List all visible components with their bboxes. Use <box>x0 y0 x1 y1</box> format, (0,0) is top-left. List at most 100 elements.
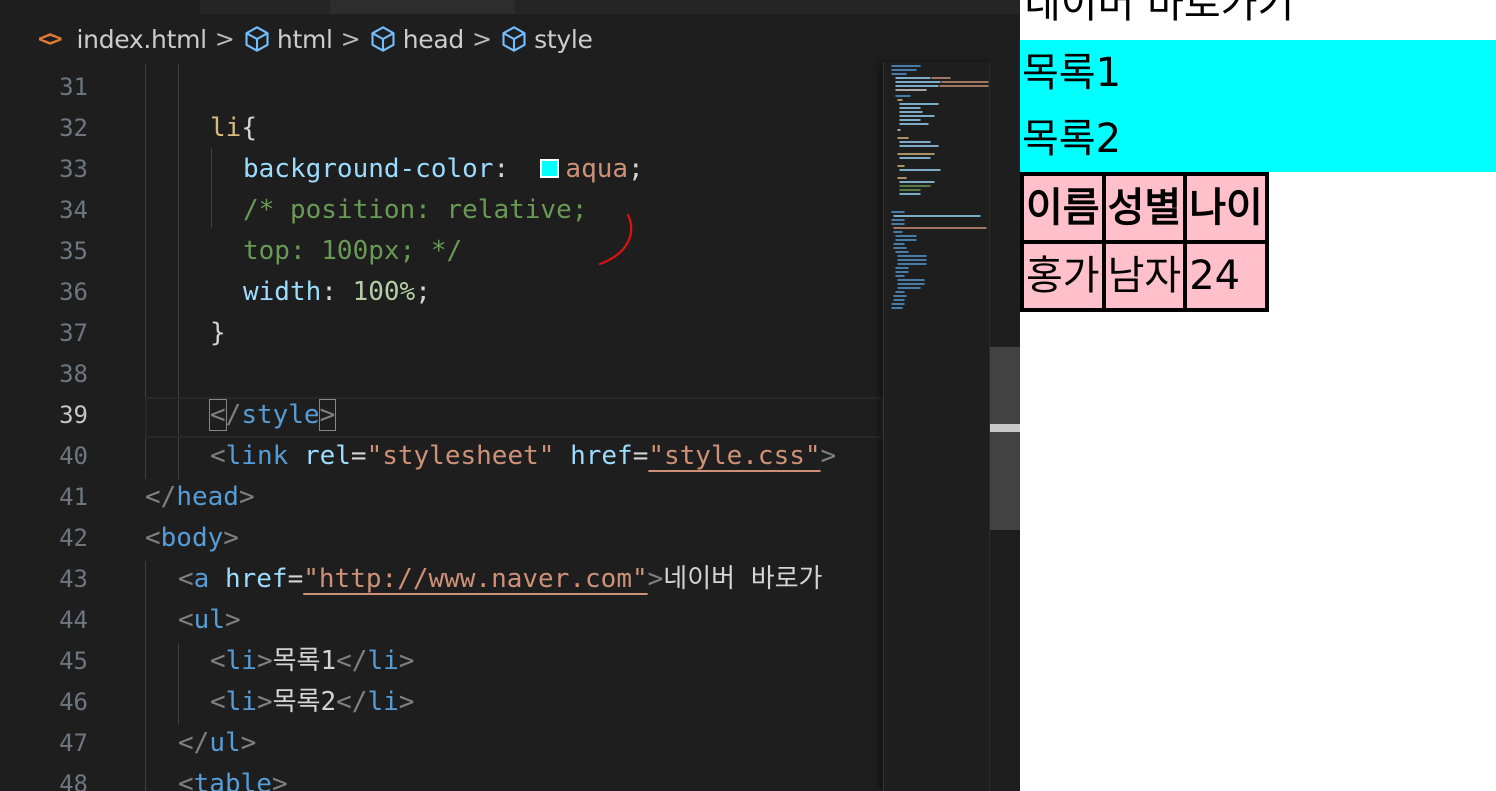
line-number: 47 <box>59 729 88 757</box>
cube-icon <box>371 26 395 52</box>
punctuation: > <box>398 646 415 676</box>
semicolon: ; <box>415 277 431 307</box>
code-line-current[interactable]: 39 </style> <box>0 395 883 436</box>
code-line[interactable]: 44 <ul> <box>0 600 883 641</box>
colon: : <box>321 277 353 307</box>
code-line[interactable]: 35 top: 100px; */ <box>0 231 883 272</box>
line-number: 39 <box>59 401 88 429</box>
line-number: 35 <box>59 237 88 265</box>
breadcrumb-item-head[interactable]: head <box>369 25 464 54</box>
code-line[interactable]: 38 <box>0 354 883 395</box>
line-number: 41 <box>59 483 88 511</box>
punctuation: > <box>238 482 255 512</box>
html-tag: style <box>241 400 320 430</box>
line-number: 36 <box>59 278 88 306</box>
editor-tab[interactable] <box>330 0 515 14</box>
code-line[interactable]: 40 <link rel="stylesheet" href="style.cs… <box>0 436 883 477</box>
code-line[interactable]: 41 </head> <box>0 477 883 518</box>
code-text: background-color: aqua; <box>243 149 644 190</box>
table-header-row: 이름 성별 나이 <box>1022 174 1267 242</box>
chevron-right-icon: > <box>340 25 361 53</box>
code-comment: top: 100px; */ <box>243 236 463 266</box>
code-line[interactable]: 42 <body> <box>0 518 883 559</box>
breadcrumb-label: head <box>402 24 465 54</box>
code-line[interactable]: 37 } <box>0 313 883 354</box>
minimap-preview <box>891 65 989 309</box>
scrollbar-cursor-marker <box>990 424 1020 432</box>
code-text: <link rel="stylesheet" href="style.css"> <box>210 436 836 477</box>
equals: = <box>350 441 367 471</box>
breadcrumb-item-html[interactable]: html <box>243 25 333 54</box>
element-text: 목록1 <box>272 646 337 676</box>
line-number: 31 <box>59 73 88 101</box>
punctuation: </ <box>336 646 368 676</box>
code-line[interactable]: 32 li{ <box>0 108 883 149</box>
css-value: aqua <box>565 154 629 184</box>
line-number: 42 <box>59 524 88 552</box>
html-tag: li <box>225 646 257 676</box>
punctuation: > <box>240 728 257 758</box>
html-tag: li <box>367 646 399 676</box>
table-cell: 남자 <box>1103 242 1186 310</box>
line-number: 43 <box>59 565 88 593</box>
html-attribute: href <box>224 564 288 594</box>
browser-preview: 네이버 바로가기 목록1 목록2 이름 성별 나이 홍가 남자 24 <box>1020 0 1496 791</box>
table-header-cell: 성별 <box>1103 174 1186 242</box>
html-tag: ul <box>209 728 241 758</box>
punctuation: > <box>271 769 288 791</box>
attribute-link[interactable]: "http://www.naver.com" <box>303 564 647 594</box>
html-attribute: href <box>570 441 633 471</box>
editor-tab[interactable] <box>0 0 200 14</box>
vertical-scrollbar[interactable] <box>989 62 1020 791</box>
code-line[interactable]: 43 <a href="http://www.naver.com">네이버 바로… <box>0 559 883 600</box>
html-file-icon: <> <box>38 26 62 52</box>
color-swatch-icon[interactable] <box>540 159 560 178</box>
breadcrumb-label: style <box>534 24 593 54</box>
html-tag: table <box>193 769 272 791</box>
minimap[interactable] <box>883 62 990 791</box>
css-property: background-color <box>243 154 494 184</box>
breadcrumb-item-file[interactable]: index.html <box>77 25 208 54</box>
bracket-match: < <box>209 399 227 431</box>
naver-link[interactable]: 네이버 바로가기 <box>1024 0 1294 30</box>
bracket-match: > <box>318 399 337 431</box>
scrollbar-thumb[interactable] <box>990 347 1020 530</box>
code-line[interactable]: 36 width: 100%; <box>0 272 883 313</box>
code-line[interactable]: 46 <li>목록2</li> <box>0 682 883 723</box>
code-text: li{ <box>210 108 257 149</box>
attribute-value: "stylesheet" <box>366 441 555 471</box>
chevron-right-icon: > <box>214 25 235 53</box>
code-line[interactable]: 31 <box>0 67 883 108</box>
code-line[interactable]: 47 </ul> <box>0 723 883 764</box>
code-line[interactable]: 34 /* position: relative; <box>0 190 883 231</box>
element-text: 네이버 바로가 <box>663 564 823 594</box>
code-line[interactable]: 45 <li>목록1</li> <box>0 641 883 682</box>
preview-table: 이름 성별 나이 홍가 남자 24 <box>1020 172 1269 312</box>
line-number: 32 <box>59 114 88 142</box>
code-area[interactable]: 31 32 li{ 33 background-color: aqua; 34 … <box>0 64 883 791</box>
code-text: </head> <box>145 477 255 518</box>
code-line[interactable]: 33 background-color: aqua; <box>0 149 883 190</box>
html-tag: ul <box>193 605 225 635</box>
punctuation: < <box>178 769 194 791</box>
table-header-cell: 나이 <box>1185 174 1267 242</box>
attribute-link[interactable]: "style.css" <box>648 441 820 471</box>
punctuation: </ <box>145 482 177 512</box>
line-number: 46 <box>59 688 88 716</box>
punctuation: > <box>256 687 273 717</box>
code-editor: <> index.html > html > head > style 31 3… <box>0 0 1020 791</box>
html-tag: li <box>225 687 257 717</box>
css-value: 100% <box>352 277 416 307</box>
punctuation: > <box>820 441 837 471</box>
code-line[interactable]: 48 <table> <box>0 764 883 791</box>
punctuation: < <box>178 605 194 635</box>
punctuation: < <box>210 441 226 471</box>
punctuation: > <box>223 523 239 553</box>
html-tag: a <box>193 564 210 594</box>
breadcrumb-item-style[interactable]: style <box>500 24 593 54</box>
punctuation: < <box>145 523 161 553</box>
table-row: 홍가 남자 24 <box>1022 242 1267 310</box>
cube-icon <box>245 26 269 52</box>
list-item: 목록1 <box>1022 50 1122 96</box>
punctuation: </ <box>178 728 210 758</box>
